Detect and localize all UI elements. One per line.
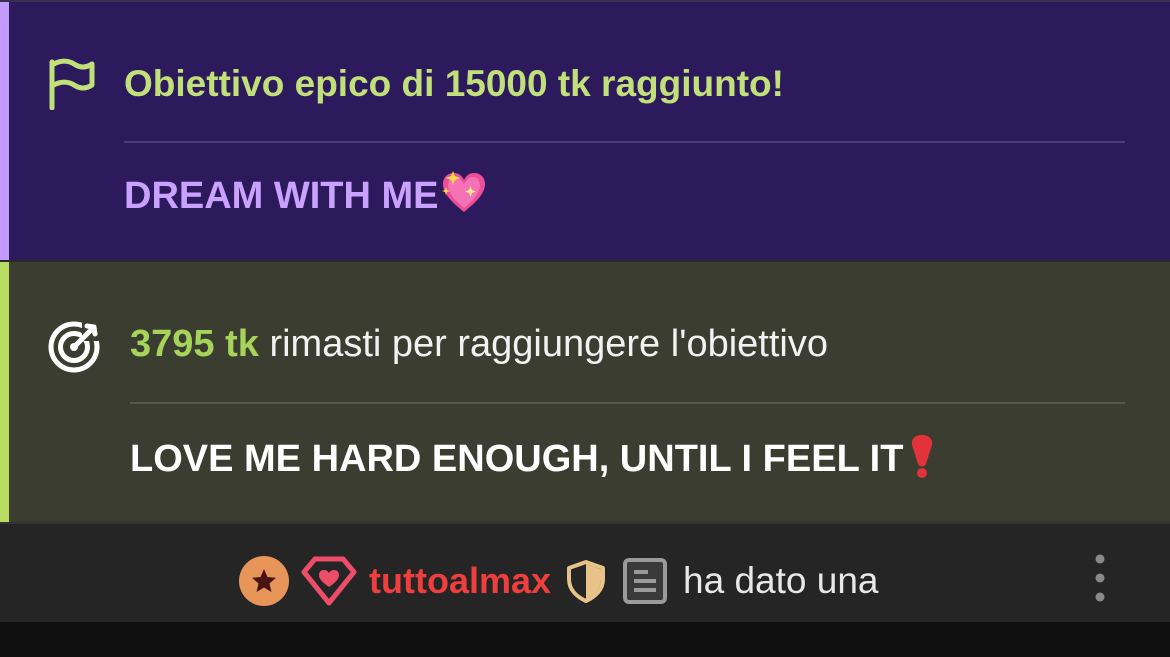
goal-message-text: LOVE ME HARD ENOUGH, UNTIL I FEEL IT bbox=[130, 438, 904, 480]
goal-remaining-amount: 3795 tk bbox=[130, 323, 259, 365]
epic-goal-divider bbox=[124, 141, 1125, 143]
goal-accent-bar bbox=[0, 262, 9, 522]
shield-icon bbox=[567, 560, 606, 603]
goal-remaining-text: 3795 tk rimasti per raggiungere l'obiett… bbox=[130, 319, 828, 369]
goal-remaining-label: rimasti per raggiungere l'obiettivo bbox=[258, 323, 828, 365]
chat-message-row[interactable]: tuttoalmax ha dato una bbox=[0, 522, 1170, 622]
stream-chat-panel: Obiettivo epico di 15000 tk raggiunto! D… bbox=[0, 0, 1170, 657]
chat-message: tuttoalmax ha dato una bbox=[239, 554, 879, 608]
target-icon bbox=[48, 321, 100, 373]
flag-icon bbox=[49, 58, 95, 110]
chat-username[interactable]: tuttoalmax bbox=[369, 560, 551, 602]
diamond-heart-icon bbox=[301, 556, 357, 606]
sparkling-heart-icon bbox=[441, 171, 485, 212]
star-badge-icon bbox=[239, 556, 289, 606]
chat-message-text: ha dato una bbox=[683, 560, 879, 601]
goal-message: LOVE ME HARD ENOUGH, UNTIL I FEEL IT bbox=[130, 433, 937, 484]
epic-goal-accent-bar bbox=[0, 2, 9, 260]
epic-goal-title: Obiettivo epico di 15000 tk raggiunto! bbox=[124, 63, 784, 104]
document-icon bbox=[623, 558, 668, 604]
epic-goal-card: Obiettivo epico di 15000 tk raggiunto! D… bbox=[0, 0, 1170, 260]
more-vertical-icon[interactable] bbox=[1090, 552, 1110, 604]
bottom-bar bbox=[0, 622, 1170, 657]
goal-progress-card: 3795 tk rimasti per raggiungere l'obiett… bbox=[0, 260, 1170, 522]
epic-goal-message: DREAM WITH ME bbox=[124, 170, 489, 221]
epic-goal-message-text: DREAM WITH ME bbox=[124, 175, 439, 217]
goal-divider bbox=[130, 402, 1125, 404]
red-exclamation-icon bbox=[912, 435, 933, 478]
